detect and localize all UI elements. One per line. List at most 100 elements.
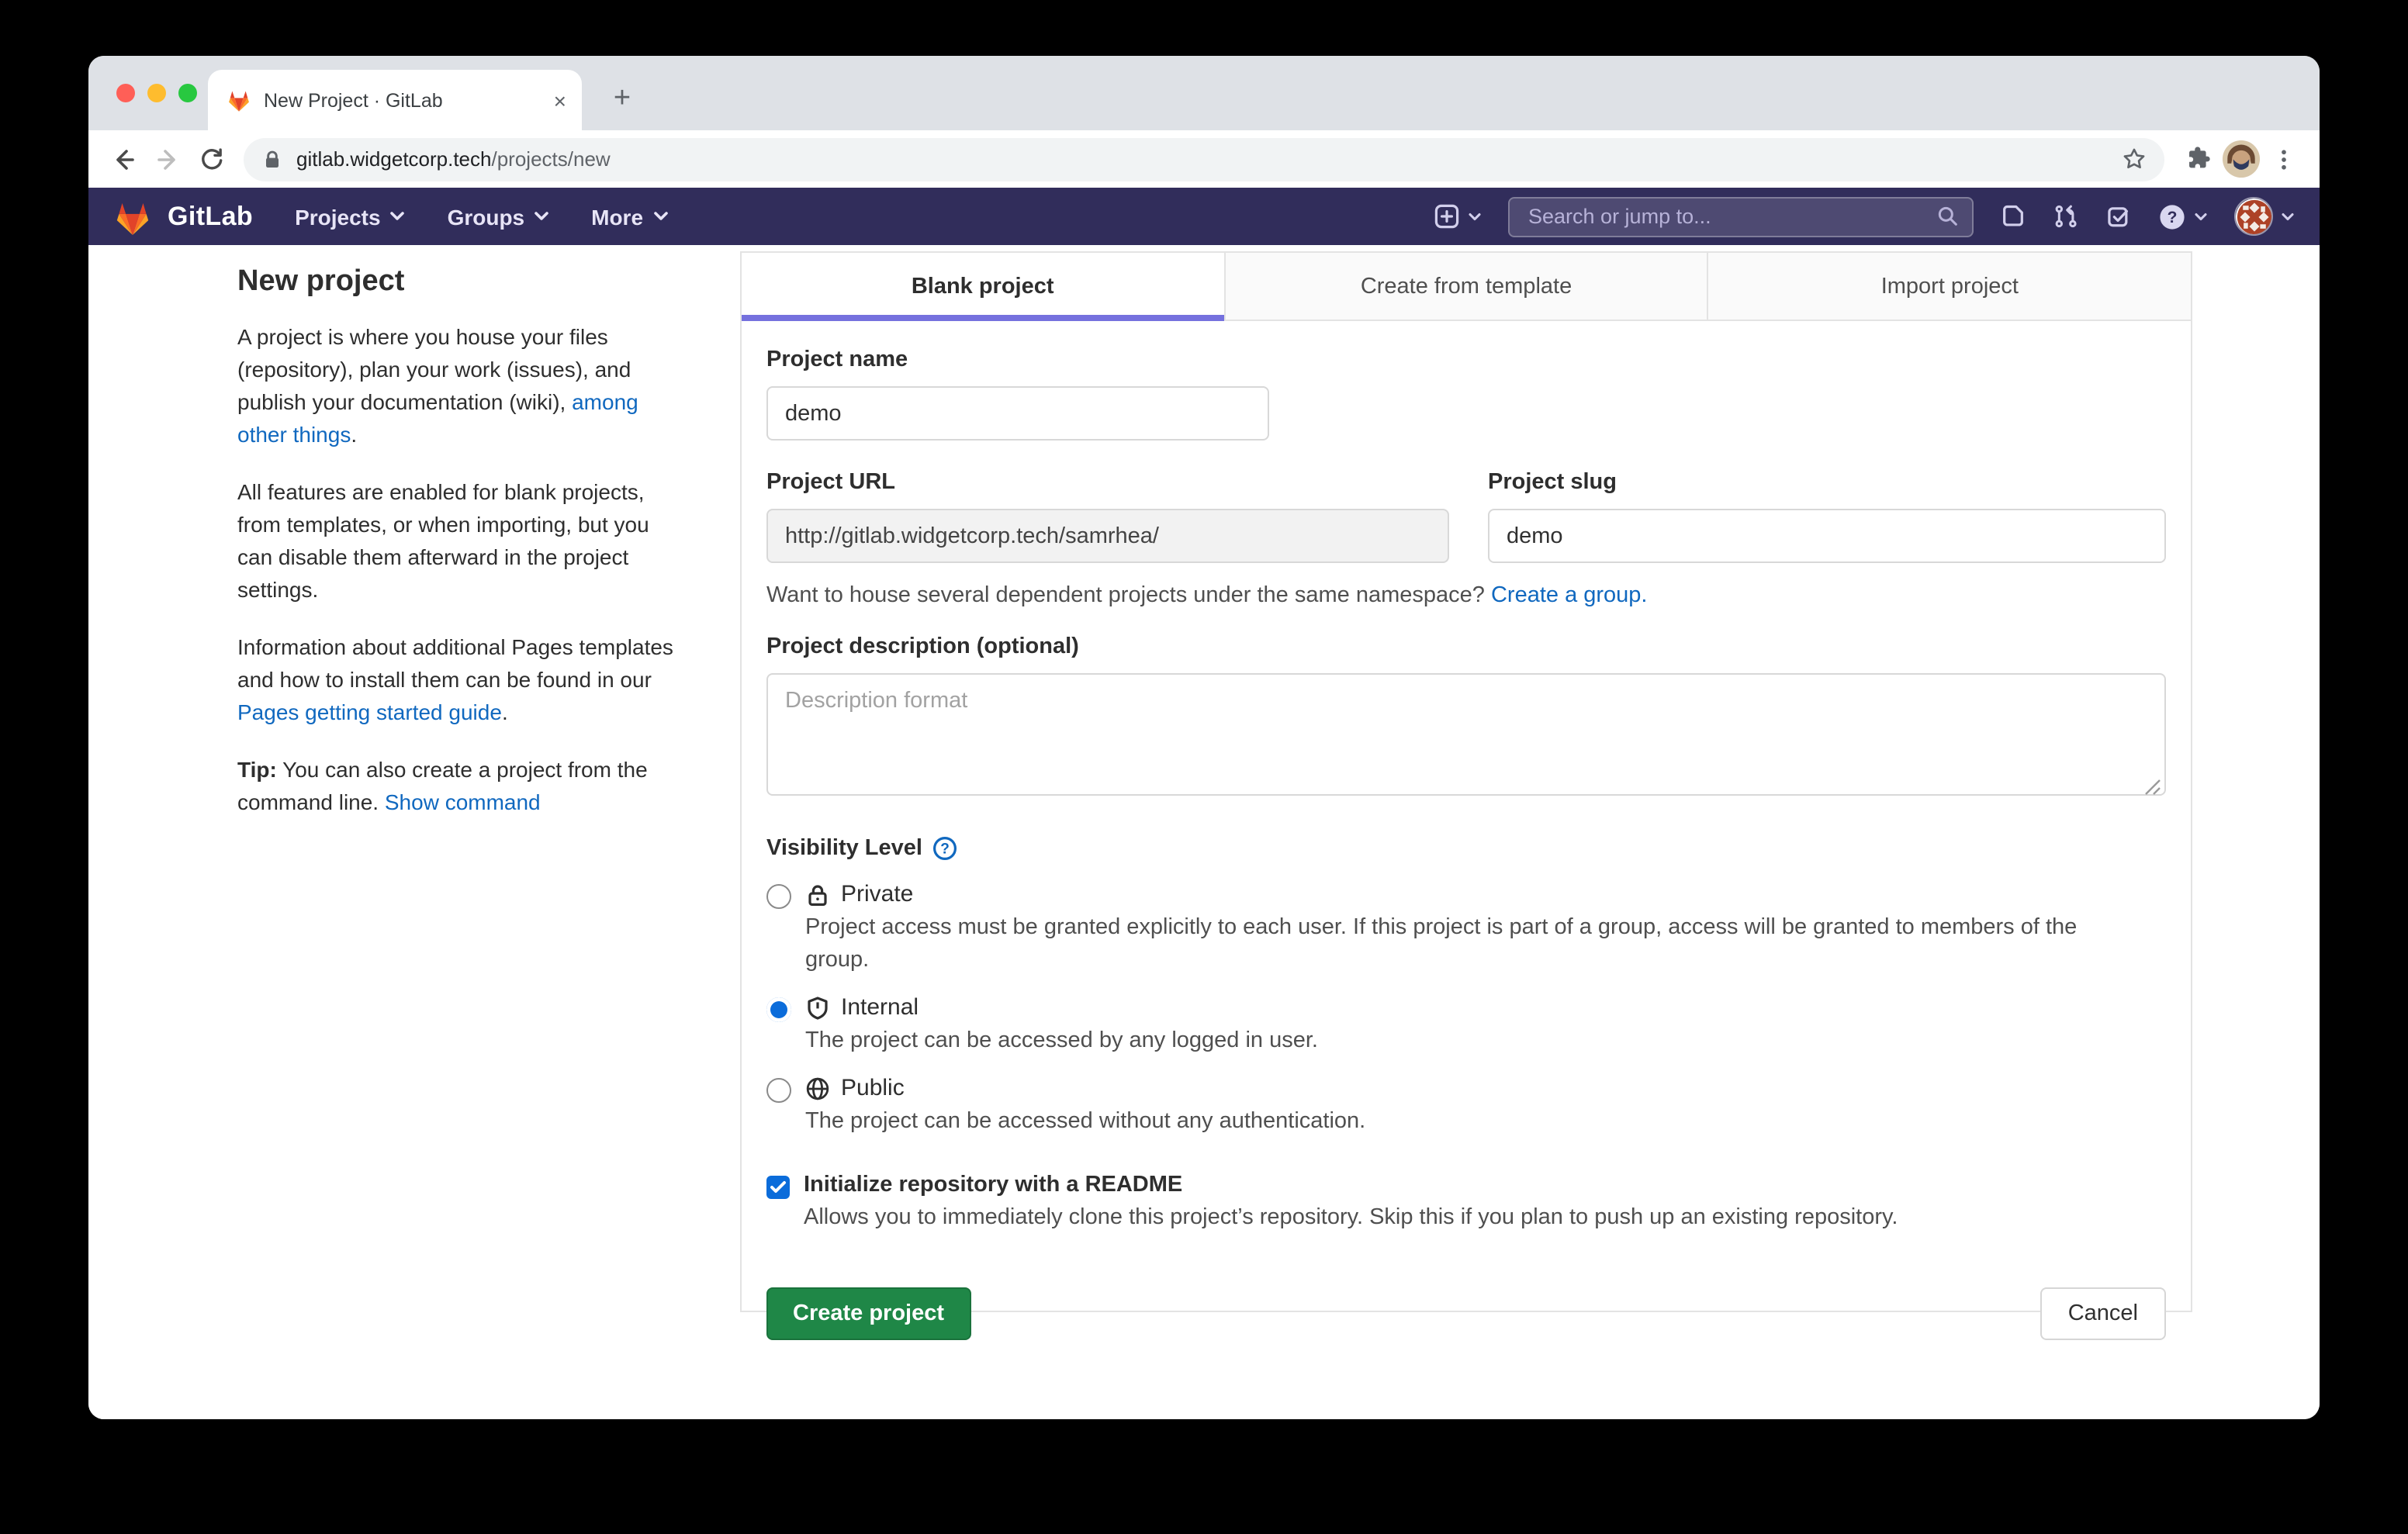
padlock-url-icon xyxy=(261,147,284,171)
globe-icon xyxy=(805,1076,830,1100)
nav-item-projects[interactable]: Projects xyxy=(295,204,406,229)
help-circle-icon: ? xyxy=(2158,202,2186,230)
close-window-button[interactable] xyxy=(116,84,135,102)
nav-item-groups[interactable]: Groups xyxy=(448,204,550,229)
project-slug-input[interactable] xyxy=(1488,509,2166,563)
chevron-down-icon xyxy=(2194,212,2208,221)
desktop: New Project · GitLab × + xyxy=(0,0,2408,1534)
question-help-icon[interactable]: ? xyxy=(933,836,958,861)
sidebar-paragraph: Information about additional Pages templ… xyxy=(237,631,673,729)
svg-text:?: ? xyxy=(941,841,950,857)
chevron-down-icon xyxy=(2281,212,2295,221)
nav-item-label: Projects xyxy=(295,204,381,229)
svg-text:?: ? xyxy=(2168,208,2178,226)
readme-desc: Allows you to immediately clone this pro… xyxy=(804,1202,1898,1235)
radio-internal[interactable] xyxy=(766,997,791,1022)
visibility-option-private: Private Project access must be granted e… xyxy=(766,881,2166,977)
chevron-down-icon xyxy=(1468,212,1482,221)
merge-request-icon[interactable] xyxy=(2053,203,2079,230)
new-menu-button[interactable] xyxy=(1434,203,1482,230)
paragraph-text: . xyxy=(502,700,508,724)
issues-icon[interactable] xyxy=(2000,203,2026,230)
resize-grip-icon[interactable] xyxy=(2143,777,2161,796)
visibility-option-public: Public The project can be accessed witho… xyxy=(766,1075,2166,1138)
readme-label[interactable]: Initialize repository with a README xyxy=(804,1173,1898,1197)
visibility-option-internal: Internal The project can be accessed by … xyxy=(766,994,2166,1058)
namespace-hint: Want to house several dependent projects… xyxy=(766,583,2166,608)
gitlab-logo[interactable]: GitLab xyxy=(113,198,253,235)
project-type-tabs: Blank project Create from template Impor… xyxy=(742,253,2191,321)
browser-window: New Project · GitLab × + xyxy=(88,56,2320,1419)
project-name-input[interactable] xyxy=(766,386,1269,441)
browser-profile-avatar[interactable] xyxy=(2219,137,2262,181)
browser-tab-strip: New Project · GitLab × + xyxy=(88,56,2320,130)
pages-guide-link[interactable]: Pages getting started guide xyxy=(237,700,502,724)
new-tab-button[interactable]: + xyxy=(604,81,641,118)
readme-checkbox[interactable] xyxy=(766,1176,790,1199)
address-bar[interactable]: gitlab.widgetcorp.tech/projects/new xyxy=(244,137,2164,181)
sidebar-tip: Tip: You can also create a project from … xyxy=(237,754,673,819)
project-description-textarea[interactable] xyxy=(766,673,2166,796)
sidebar-paragraph: A project is where you house your files … xyxy=(237,321,673,451)
gitlab-wordmark: GitLab xyxy=(168,201,253,232)
create-project-button[interactable]: Create project xyxy=(766,1287,970,1340)
plus-square-icon xyxy=(1434,203,1460,230)
create-group-link[interactable]: Create a group. xyxy=(1491,583,1648,608)
user-menu[interactable] xyxy=(2234,197,2295,236)
tab-close-icon[interactable]: × xyxy=(551,86,569,114)
gitlab-favicon xyxy=(227,88,251,112)
project-description-label: Project description (optional) xyxy=(766,634,2166,659)
todo-check-icon[interactable] xyxy=(2105,203,2132,230)
bookmark-star-icon[interactable] xyxy=(2112,137,2155,181)
search-icon xyxy=(1936,205,1960,228)
tab-import-project[interactable]: Import project xyxy=(1707,253,2191,320)
search-box xyxy=(1508,196,1974,237)
tip-label: Tip: xyxy=(237,757,277,782)
page-title: New project xyxy=(237,265,673,299)
tab-create-from-template[interactable]: Create from template xyxy=(1223,253,1707,320)
url-host: gitlab.widgetcorp.tech xyxy=(296,147,492,171)
extensions-puzzle-icon[interactable] xyxy=(2175,137,2219,181)
chevron-down-icon xyxy=(534,211,549,222)
gitlab-tanuki-icon xyxy=(113,198,152,235)
project-url-label: Project URL xyxy=(766,470,1449,495)
gitlab-navbar: GitLab Projects Groups More xyxy=(88,188,2320,245)
reload-icon[interactable] xyxy=(189,137,233,181)
back-icon[interactable] xyxy=(102,137,146,181)
project-url-input[interactable] xyxy=(766,509,1449,563)
check-icon xyxy=(770,1180,787,1194)
chevron-down-icon xyxy=(390,211,406,222)
minimize-window-button[interactable] xyxy=(147,84,166,102)
help-button[interactable]: ? xyxy=(2158,202,2208,230)
blank-project-form: Project name Project URL Project slug Wa… xyxy=(742,321,2191,1340)
new-project-panel: Blank project Create from template Impor… xyxy=(740,251,2192,1312)
project-slug-label: Project slug xyxy=(1488,470,2166,495)
gitlab-nav-right: ? xyxy=(1434,196,2295,237)
visibility-option-desc: The project can be accessed without any … xyxy=(805,1106,1365,1138)
project-name-label: Project name xyxy=(766,347,2166,372)
window-controls xyxy=(116,84,197,102)
sidebar-paragraph: All features are enabled for blank proje… xyxy=(237,476,673,606)
gitlab-nav-menu: Projects Groups More xyxy=(295,204,668,229)
shield-icon xyxy=(805,995,830,1020)
radio-public[interactable] xyxy=(766,1078,791,1103)
cancel-button[interactable]: Cancel xyxy=(2040,1287,2166,1340)
visibility-level-label: Visibility Level xyxy=(766,836,922,861)
paragraph-text: Information about additional Pages templ… xyxy=(237,634,673,692)
forward-icon[interactable] xyxy=(146,137,189,181)
user-avatar xyxy=(2234,197,2273,236)
nav-item-more[interactable]: More xyxy=(591,204,668,229)
page-sidebar: New project A project is where you house… xyxy=(237,265,673,844)
browser-toolbar: gitlab.widgetcorp.tech/projects/new xyxy=(88,130,2320,188)
paragraph-text: . xyxy=(351,422,357,447)
visibility-option-desc: The project can be accessed by any logge… xyxy=(805,1025,1318,1058)
chevron-down-icon xyxy=(652,211,668,222)
tab-title: New Project · GitLab xyxy=(264,89,538,111)
search-input[interactable] xyxy=(1525,203,1936,230)
zoom-window-button[interactable] xyxy=(178,84,197,102)
radio-private[interactable] xyxy=(766,884,791,909)
browser-tab[interactable]: New Project · GitLab × xyxy=(208,70,582,130)
tab-blank-project[interactable]: Blank project xyxy=(742,253,1223,320)
show-command-link[interactable]: Show command xyxy=(385,789,541,814)
browser-menu-dots-icon[interactable] xyxy=(2262,137,2306,181)
